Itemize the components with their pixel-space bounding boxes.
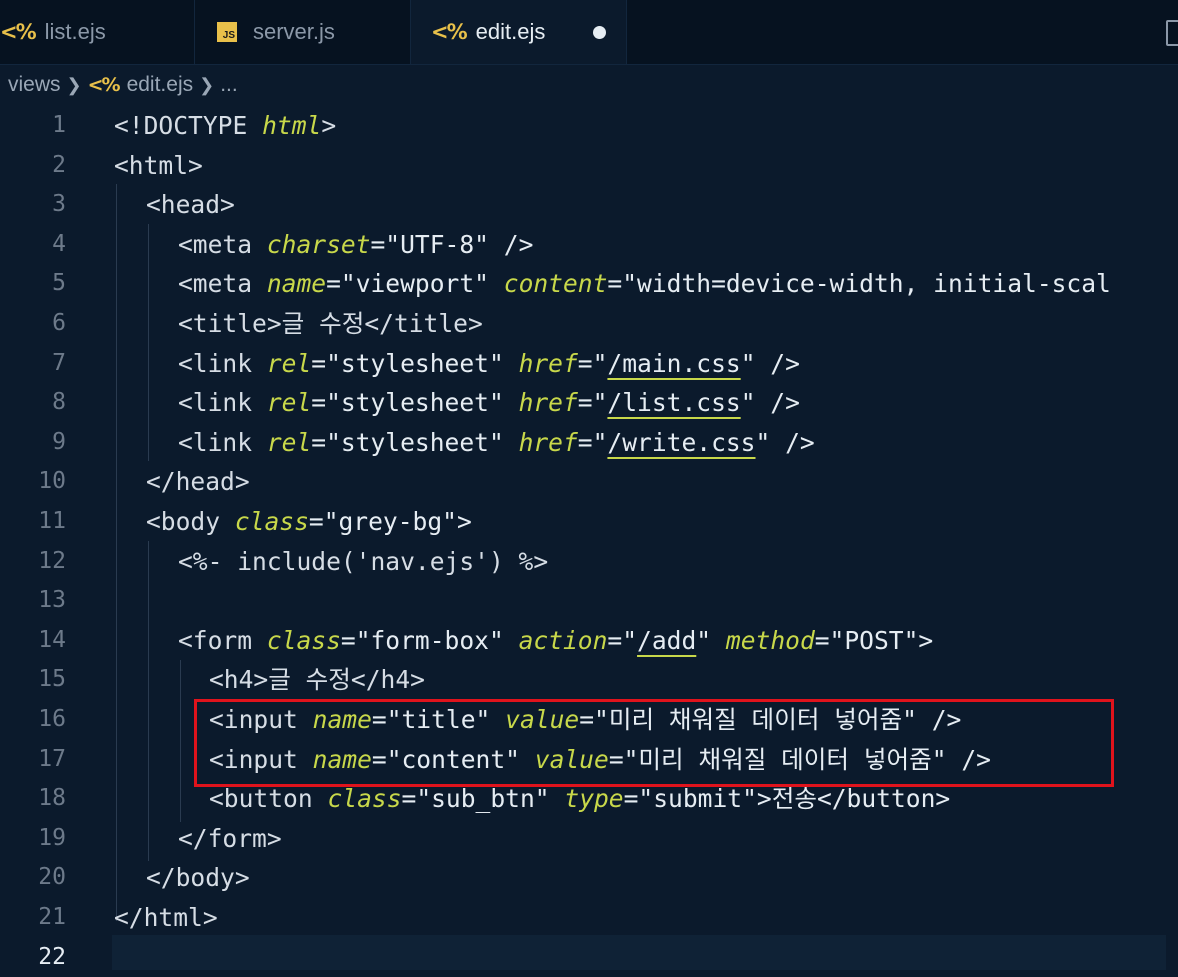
stylesheet-link[interactable]: /write.css [607, 428, 755, 457]
stylesheet-link[interactable]: /main.css [607, 349, 740, 378]
code-line: 7 <link rel="stylesheet" href="/main.css… [0, 344, 1178, 384]
line-number: 17 [38, 745, 66, 772]
line-number: 18 [38, 785, 66, 812]
breadcrumb-folder[interactable]: views [8, 73, 61, 97]
code-line: 10 </head> [0, 462, 1178, 502]
form-action-link[interactable]: /add [637, 626, 696, 655]
line-number-current: 22 [38, 943, 66, 970]
line-number: 2 [52, 151, 66, 178]
chevron-right-icon: ❯ [66, 74, 82, 95]
code-line: 20 </body> [0, 858, 1178, 898]
unsaved-dot-icon[interactable] [593, 26, 606, 39]
line-number: 5 [52, 270, 66, 297]
code-line: 3 <head> [0, 185, 1178, 225]
ejs-file-icon: <% [0, 20, 37, 44]
tab-edit-ejs[interactable]: <% edit.ejs [411, 0, 627, 64]
breadcrumb: views ❯ <% edit.ejs ❯ ... [0, 65, 1178, 105]
annotation-highlight-box [194, 699, 1114, 787]
line-number: 4 [52, 230, 66, 257]
code-editor[interactable]: 1 <!DOCTYPE html> 2 <html> 3 <head> 4 <m… [0, 106, 1178, 970]
code-line: 22 [0, 938, 1178, 977]
line-number: 21 [38, 904, 66, 930]
tab-server-js[interactable]: JS server.js [195, 0, 411, 64]
code-line: 6 <title>글 수정</title> [0, 304, 1178, 344]
line-number: 13 [38, 587, 66, 614]
line-number: 7 [52, 349, 66, 376]
line-number: 16 [38, 706, 66, 732]
code-line: 8 <link rel="stylesheet" href="/list.css… [0, 383, 1178, 423]
code-line: 5 <meta name="viewport" content="width=d… [0, 264, 1178, 304]
line-number: 15 [38, 666, 66, 693]
line-number: 12 [38, 547, 66, 574]
code-line: 13 [0, 581, 1178, 621]
line-number: 10 [38, 468, 66, 495]
code-line: 1 <!DOCTYPE html> [0, 106, 1178, 146]
code-line: 21 </html> [0, 898, 1178, 938]
code-line: 14 <form class="form-box" action="/add" … [0, 621, 1178, 661]
code-line: 4 <meta charset="UTF-8" /> [0, 225, 1178, 265]
line-number: 1 [52, 112, 66, 138]
chevron-right-icon: ❯ [199, 74, 215, 95]
tab-label: server.js [253, 19, 335, 44]
code-line: 2 <html> [0, 146, 1178, 186]
line-number: 3 [52, 191, 66, 218]
line-number: 11 [38, 508, 66, 534]
line-number: 9 [52, 428, 66, 455]
tab-label: list.ejs [44, 19, 106, 44]
line-number: 6 [52, 310, 66, 336]
code-line: 9 <link rel="stylesheet" href="/write.cs… [0, 423, 1178, 463]
tab-list-ejs[interactable]: <% list.ejs [0, 0, 195, 64]
breadcrumb-file[interactable]: edit.ejs [127, 73, 194, 97]
ejs-file-icon: <% [87, 74, 121, 96]
code-line: 19 </form> [0, 819, 1178, 859]
split-editor-icon[interactable] [1166, 20, 1178, 46]
tab-bar: <% list.ejs JS server.js <% edit.ejs [0, 0, 1178, 65]
stylesheet-link[interactable]: /list.css [607, 388, 740, 417]
breadcrumb-more[interactable]: ... [220, 73, 238, 97]
code-line: 11 <body class="grey-bg"> [0, 502, 1178, 542]
line-number: 19 [38, 824, 66, 851]
tab-label: edit.ejs [475, 19, 546, 44]
line-number: 14 [38, 626, 66, 653]
js-file-icon: JS [217, 22, 237, 42]
code-line: 12 <%- include('nav.ejs') %> [0, 542, 1178, 582]
line-number: 20 [38, 864, 66, 891]
code-line: 15 <h4>글 수정</h4> [0, 660, 1178, 700]
ejs-file-icon: <% [431, 20, 468, 44]
line-number: 8 [52, 389, 66, 416]
